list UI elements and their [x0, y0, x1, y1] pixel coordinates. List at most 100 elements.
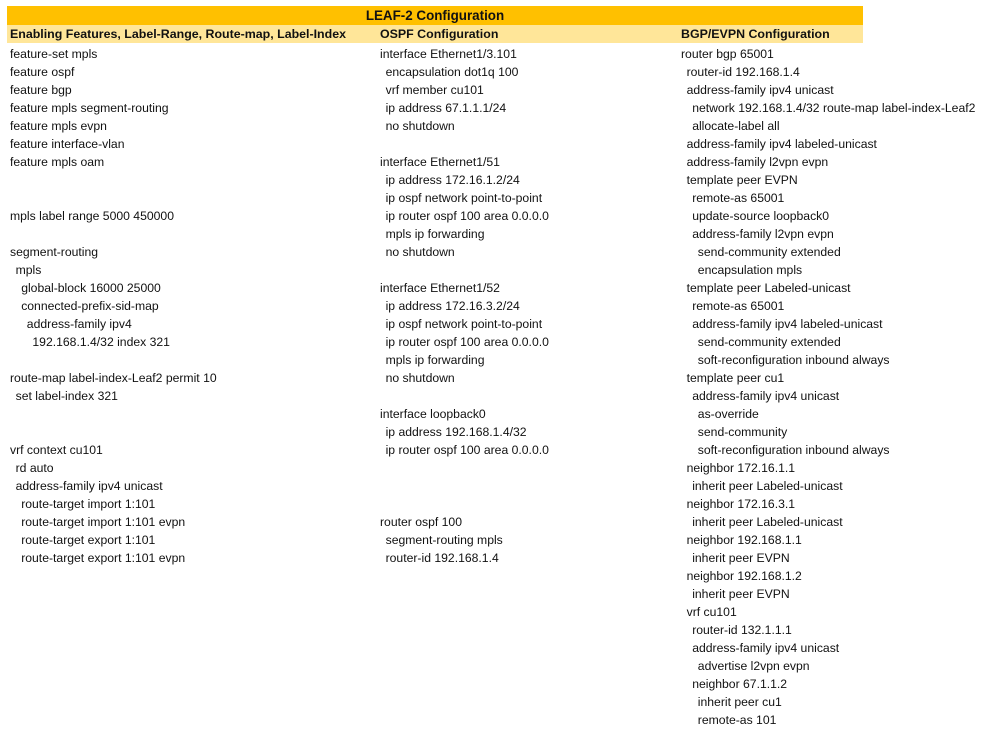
config-line: rd auto	[15, 461, 54, 475]
config-line: router-id 192.168.1.4	[686, 65, 800, 79]
config-line: route-target export 1:101	[21, 533, 156, 547]
config-line: allocate-label all	[692, 119, 780, 133]
config-line: vrf cu101	[686, 605, 737, 619]
config-line: vrf member cu101	[385, 83, 484, 97]
config-line: neighbor 172.16.1.1	[686, 461, 796, 475]
config-line: router bgp 65001	[681, 47, 774, 61]
config-line	[380, 477, 549, 495]
config-line: inherit peer EVPN	[692, 587, 790, 601]
config-line: soft-reconfiguration inbound always	[697, 443, 890, 457]
config-line: route-target export 1:101 evpn	[21, 551, 186, 565]
config-line: no shutdown	[385, 245, 455, 259]
config-line: interface Ethernet1/52	[380, 281, 500, 295]
config-line: ip ospf network point-to-point	[385, 191, 543, 205]
config-line: interface Ethernet1/51	[380, 155, 500, 169]
config-line: feature mpls segment-routing	[10, 101, 169, 115]
config-line	[380, 261, 549, 279]
column-header-features: Enabling Features, Label-Range, Route-ma…	[10, 27, 346, 41]
config-line: neighbor 67.1.1.2	[692, 677, 788, 691]
config-line: address-family l2vpn evpn	[692, 227, 834, 241]
config-line: segment-routing	[10, 245, 99, 259]
config-line: no shutdown	[385, 371, 455, 385]
config-line: vrf context cu101	[10, 443, 103, 457]
config-line: remote-as 65001	[692, 191, 785, 205]
config-line	[380, 459, 549, 477]
config-line: send-community	[697, 425, 788, 439]
config-line: mpls label range 5000 450000	[10, 209, 174, 223]
config-line: ip address 172.16.3.2/24	[385, 299, 520, 313]
config-line: mpls ip forwarding	[385, 227, 485, 241]
ospf-config-column: interface Ethernet1/3.101 encapsulation d…	[380, 45, 549, 567]
config-line: advertise l2vpn evpn	[697, 659, 810, 673]
page-title: LEAF-2 Configuration	[7, 6, 863, 25]
config-line: template peer Labeled-unicast	[686, 281, 851, 295]
config-line: 192.168.1.4/32 index 321	[32, 335, 170, 349]
config-line: inherit peer EVPN	[692, 551, 790, 565]
config-line: router-id 192.168.1.4	[385, 551, 499, 565]
column-header-ospf: OSPF Configuration	[380, 27, 499, 41]
config-line: ip address 67.1.1.1/24	[385, 101, 507, 115]
config-line: inherit peer Labeled-unicast	[692, 515, 843, 529]
config-line: global-block 16000 25000	[21, 281, 161, 295]
config-line: address-family l2vpn evpn	[686, 155, 829, 169]
config-line: ip router ospf 100 area 0.0.0.0	[385, 335, 549, 349]
config-line: remote-as 65001	[692, 299, 785, 313]
config-line: as-override	[697, 407, 759, 421]
config-line: address-family ipv4 unicast	[686, 83, 834, 97]
config-line: send-community extended	[697, 245, 841, 259]
config-line: remote-as 101	[697, 713, 777, 727]
config-line: address-family ipv4 labeled-unicast	[692, 317, 883, 331]
config-line: router ospf 100	[380, 515, 462, 529]
config-line: connected-prefix-sid-map	[21, 299, 159, 313]
column-header-bgp-evpn: BGP/EVPN Configuration	[681, 27, 830, 41]
config-line: soft-reconfiguration inbound always	[697, 353, 890, 367]
config-line: template peer EVPN	[686, 173, 798, 187]
config-line: ip router ospf 100 area 0.0.0.0	[385, 209, 549, 223]
config-line: address-family ipv4 unicast	[692, 389, 840, 403]
config-line: feature-set mpls	[10, 47, 98, 61]
config-line: neighbor 192.168.1.1	[686, 533, 802, 547]
config-line: segment-routing mpls	[385, 533, 503, 547]
config-line: neighbor 192.168.1.2	[686, 569, 802, 583]
config-line: feature mpls evpn	[10, 119, 107, 133]
config-line: address-family ipv4	[26, 317, 132, 331]
config-line	[10, 351, 217, 369]
config-line: mpls	[15, 263, 42, 277]
config-line	[380, 387, 549, 405]
config-line: inherit peer Labeled-unicast	[692, 479, 843, 493]
config-line	[10, 405, 217, 423]
config-line: interface Ethernet1/3.101	[380, 47, 517, 61]
config-line: no shutdown	[385, 119, 455, 133]
config-line	[380, 135, 549, 153]
config-line: neighbor 172.16.3.1	[686, 497, 796, 511]
config-line	[10, 423, 217, 441]
config-line: ip ospf network point-to-point	[385, 317, 543, 331]
config-line: address-family ipv4 labeled-unicast	[686, 137, 877, 151]
config-line	[10, 189, 217, 207]
config-line	[10, 225, 217, 243]
config-line: network 192.168.1.4/32 route-map label-i…	[692, 101, 976, 115]
config-line: mpls ip forwarding	[385, 353, 485, 367]
config-line: template peer cu1	[686, 371, 785, 385]
config-line: route-map label-index-Leaf2 permit 10	[10, 371, 217, 385]
config-line: router-id 132.1.1.1	[692, 623, 792, 637]
config-line: set label-index 321	[15, 389, 118, 403]
config-line: feature interface-vlan	[10, 137, 125, 151]
config-line: feature ospf	[10, 65, 75, 79]
config-line: ip address 172.16.1.2/24	[385, 173, 520, 187]
config-line	[380, 495, 549, 513]
config-line	[10, 171, 217, 189]
config-line: encapsulation mpls	[697, 263, 803, 277]
config-line: address-family ipv4 unicast	[15, 479, 163, 493]
config-line: encapsulation dot1q 100	[385, 65, 519, 79]
config-line: feature bgp	[10, 83, 72, 97]
config-line: ip router ospf 100 area 0.0.0.0	[385, 443, 549, 457]
config-line: route-target import 1:101	[21, 497, 156, 511]
config-line: feature mpls oam	[10, 155, 105, 169]
config-line: route-target import 1:101 evpn	[21, 515, 186, 529]
config-line: interface loopback0	[380, 407, 486, 421]
config-line: address-family ipv4 unicast	[692, 641, 840, 655]
config-line: ip address 192.168.1.4/32	[385, 425, 527, 439]
config-line: send-community extended	[697, 335, 841, 349]
config-line: update-source loopback0	[692, 209, 830, 223]
